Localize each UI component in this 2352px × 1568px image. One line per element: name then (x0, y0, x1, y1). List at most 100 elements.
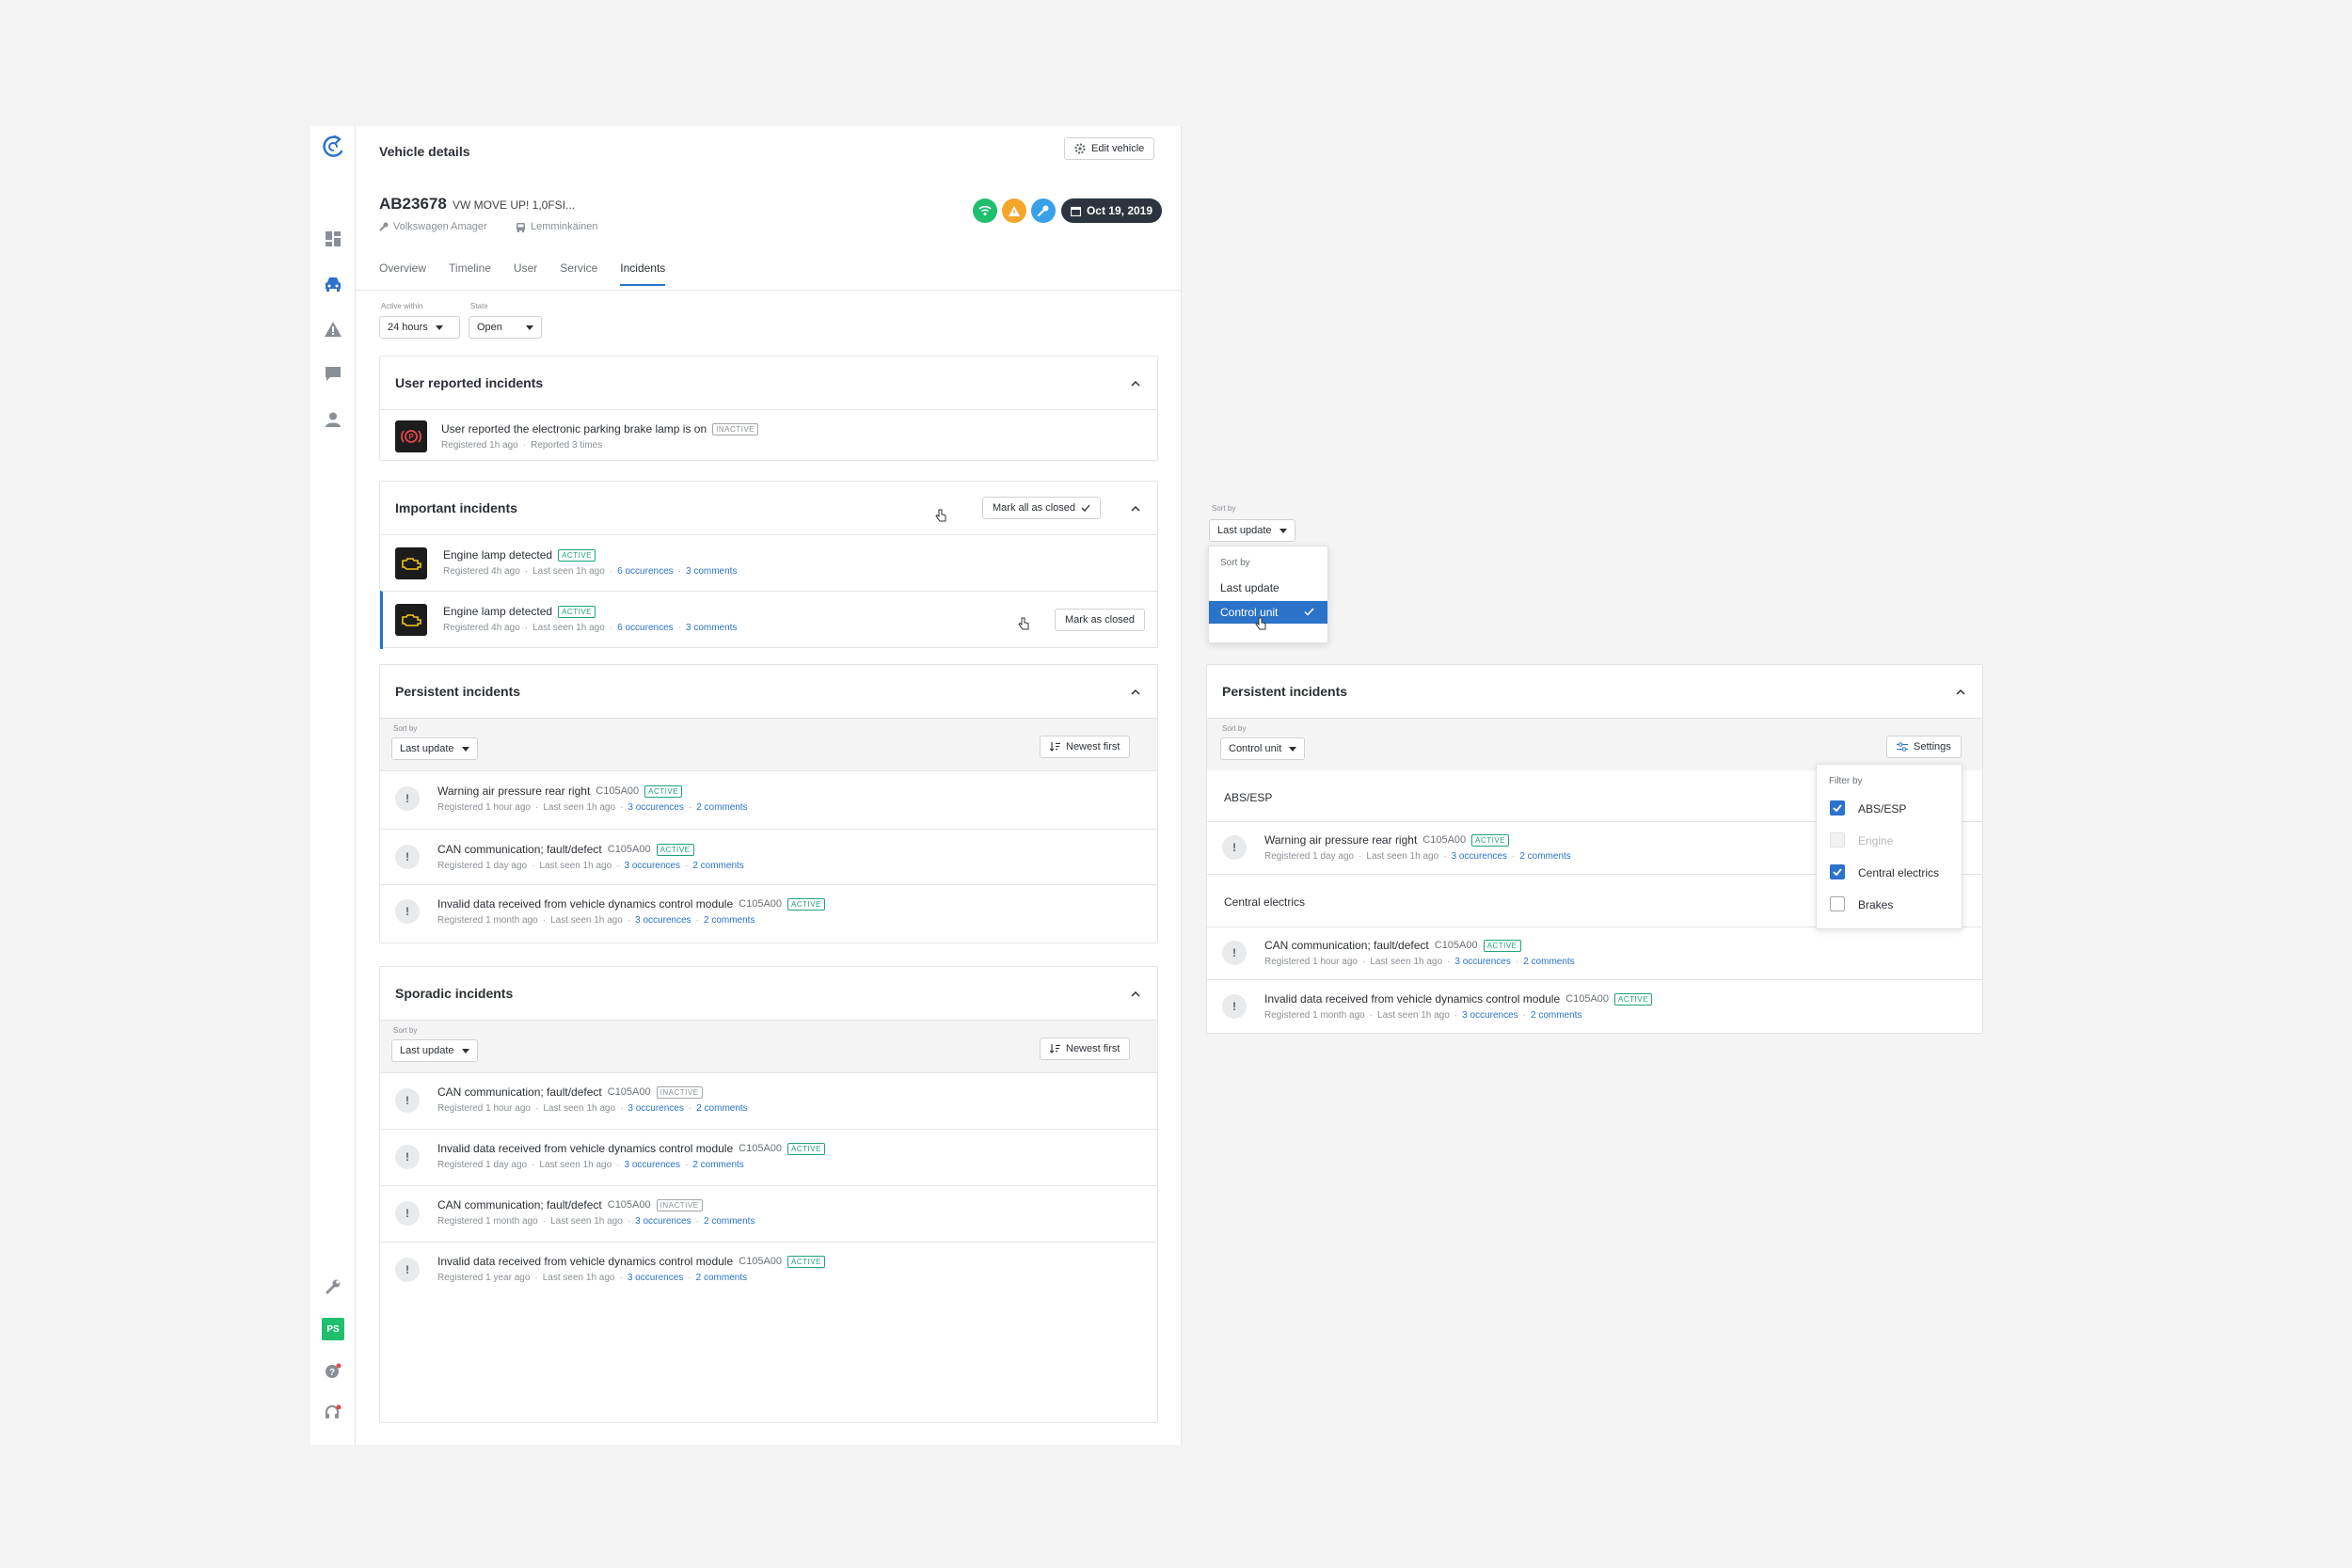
workshop-name: Volkswagen Amager (393, 221, 487, 232)
list-item[interactable]: ! Invalid data received from vehicle dyn… (380, 1129, 1157, 1185)
comments-link[interactable]: 2 comments (692, 861, 743, 871)
occurences-link[interactable]: 3 occurences (625, 861, 680, 871)
tab-incidents[interactable]: Incidents (620, 261, 666, 286)
list-item[interactable]: ! Invalid data received from vehicle dyn… (1207, 979, 1982, 1034)
list-item[interactable]: Engine lamp detected ACTIVE Registered 4h… (380, 534, 1157, 591)
chevron-down-icon (461, 1048, 469, 1053)
checkbox-brakes[interactable] (1830, 896, 1845, 911)
tab-overview[interactable]: Overview (379, 261, 426, 286)
wrench-icon[interactable] (322, 1275, 344, 1298)
avatar[interactable]: PS (322, 1318, 344, 1340)
edit-vehicle-button[interactable]: Edit vehicle (1064, 137, 1155, 160)
menu-item-last-update[interactable]: Last update (1209, 577, 1327, 599)
comments-link[interactable]: 2 comments (1523, 957, 1574, 967)
list-item[interactable]: ! CAN communication; fault/defect C105A00… (380, 829, 1157, 885)
occurences-link[interactable]: 3 occurences (635, 1216, 691, 1227)
sort-select[interactable]: Last update (391, 737, 478, 760)
status-badge: ACTIVE (1471, 833, 1510, 847)
occurences-link[interactable]: 3 occurences (635, 915, 691, 926)
occurences-link[interactable]: 3 occurences (628, 802, 683, 813)
alert-icon[interactable] (322, 318, 344, 341)
error-code: C105A00 (739, 1256, 783, 1267)
comments-link[interactable]: 2 comments (696, 1273, 747, 1283)
service-status[interactable] (1031, 198, 1056, 223)
list-item[interactable]: ! Invalid data received from vehicle dyn… (380, 1242, 1157, 1298)
state-select[interactable]: Open (469, 316, 542, 339)
tab-timeline[interactable]: Timeline (449, 261, 491, 286)
error-code: C105A00 (607, 1086, 651, 1098)
comments-link[interactable]: 3 comments (686, 566, 737, 577)
chevron-up-icon[interactable] (1129, 686, 1142, 699)
tab-user[interactable]: User (514, 261, 537, 286)
comments-link[interactable]: 2 comments (704, 1216, 755, 1227)
messages-icon[interactable] (322, 363, 344, 386)
vehicle-icon[interactable] (322, 273, 344, 295)
checkbox-abs-esp[interactable] (1830, 800, 1845, 816)
comments-link[interactable]: 3 comments (686, 623, 737, 633)
list-item[interactable]: Engine lamp detected ACTIVE Registered 4h… (380, 591, 1157, 649)
list-item[interactable]: ! CAN communication; fault/defect C105A00… (1207, 927, 1982, 979)
comments-link[interactable]: 2 comments (696, 1103, 747, 1114)
status-badge: ACTIVE (558, 548, 596, 562)
mark-all-closed-button[interactable]: Mark all as closed (982, 497, 1102, 519)
sort-order-label: Newest first (1066, 1043, 1120, 1054)
exclamation-icon: ! (395, 1145, 420, 1169)
sort-order-button[interactable]: Newest first (1040, 1037, 1131, 1060)
exclamation-icon: ! (395, 1201, 420, 1226)
occurences-link[interactable]: 3 occurences (628, 1273, 683, 1283)
exclamation-icon: ! (395, 899, 420, 924)
comments-link[interactable]: 2 comments (692, 1160, 743, 1170)
user-icon[interactable] (322, 408, 344, 431)
comments-link[interactable]: 2 comments (696, 802, 747, 813)
checkbox-central-electrics[interactable] (1830, 864, 1845, 879)
chevron-up-icon[interactable] (1129, 377, 1142, 390)
help-icon[interactable]: ? (322, 1360, 344, 1383)
sort-descending-icon (1050, 742, 1060, 752)
occurences-link[interactable]: 6 occurences (617, 566, 673, 577)
active-within-select[interactable]: 24 hours (379, 316, 460, 339)
list-item[interactable]: ! Warning air pressure rear right C105A00… (380, 770, 1157, 829)
menu-item-control-unit[interactable]: Control unit (1209, 601, 1327, 624)
settings-button[interactable]: Settings (1886, 736, 1962, 758)
mark-as-closed-button[interactable]: Mark as closed (1055, 609, 1145, 631)
sort-select-open[interactable]: Last update (1209, 519, 1295, 542)
sort-value: Control unit (1229, 743, 1282, 754)
comments-link[interactable]: 2 comments (1519, 851, 1570, 862)
sort-select[interactable]: Control unit (1220, 737, 1306, 760)
dashboard-icon[interactable] (322, 228, 344, 250)
chevron-down-icon (461, 746, 469, 752)
list-item[interactable]: ! CAN communication; fault/defect C105A00… (380, 1185, 1157, 1242)
registered-text: Registered 1 day ago (437, 861, 528, 871)
occurences-link[interactable]: 3 occurences (628, 1103, 683, 1114)
chevron-up-icon[interactable] (1954, 686, 1967, 699)
bus-icon (516, 222, 525, 232)
chevron-up-icon[interactable] (1129, 988, 1142, 1001)
occurences-link[interactable]: 3 occurences (625, 1160, 680, 1170)
chevron-up-icon[interactable] (1129, 502, 1142, 515)
comments-link[interactable]: 2 comments (704, 915, 755, 926)
support-headset-icon[interactable] (322, 1402, 344, 1424)
occurences-link[interactable]: 6 occurences (617, 623, 673, 633)
occurences-link[interactable]: 3 occurences (1462, 1010, 1518, 1021)
sporadic-incidents-card: Sporadic incidents Sort by Last update N… (379, 966, 1158, 1423)
checkbox-engine[interactable] (1830, 832, 1845, 847)
list-item[interactable]: P User reported the electronic parking b… (380, 409, 1157, 462)
tab-bar: Overview Timeline User Service Incidents (379, 261, 688, 286)
app-logo[interactable] (318, 132, 348, 162)
list-item[interactable]: ! Invalid data received from vehicle dyn… (380, 884, 1157, 942)
status-badge: ACTIVE (787, 1255, 825, 1268)
connectivity-status[interactable] (973, 198, 997, 223)
sort-select[interactable]: Last update (391, 1039, 478, 1062)
wifi-icon (978, 205, 992, 215)
list-item[interactable]: ! CAN communication; fault/defect C105A00… (380, 1072, 1157, 1129)
warning-status[interactable] (1002, 198, 1026, 223)
exclamation-icon: ! (395, 786, 420, 811)
sort-order-button[interactable]: Newest first (1040, 736, 1131, 758)
comments-link[interactable]: 2 comments (1531, 1010, 1581, 1021)
status-badge: INACTIVE (656, 1085, 703, 1099)
occurences-link[interactable]: 3 occurences (1454, 957, 1510, 967)
occurences-link[interactable]: 3 occurences (1452, 851, 1507, 862)
incident-title: CAN communication; fault/defect (1264, 939, 1429, 952)
tab-service[interactable]: Service (560, 261, 597, 286)
sort-toolbar: Sort by Control unit Settings (1207, 718, 1982, 770)
